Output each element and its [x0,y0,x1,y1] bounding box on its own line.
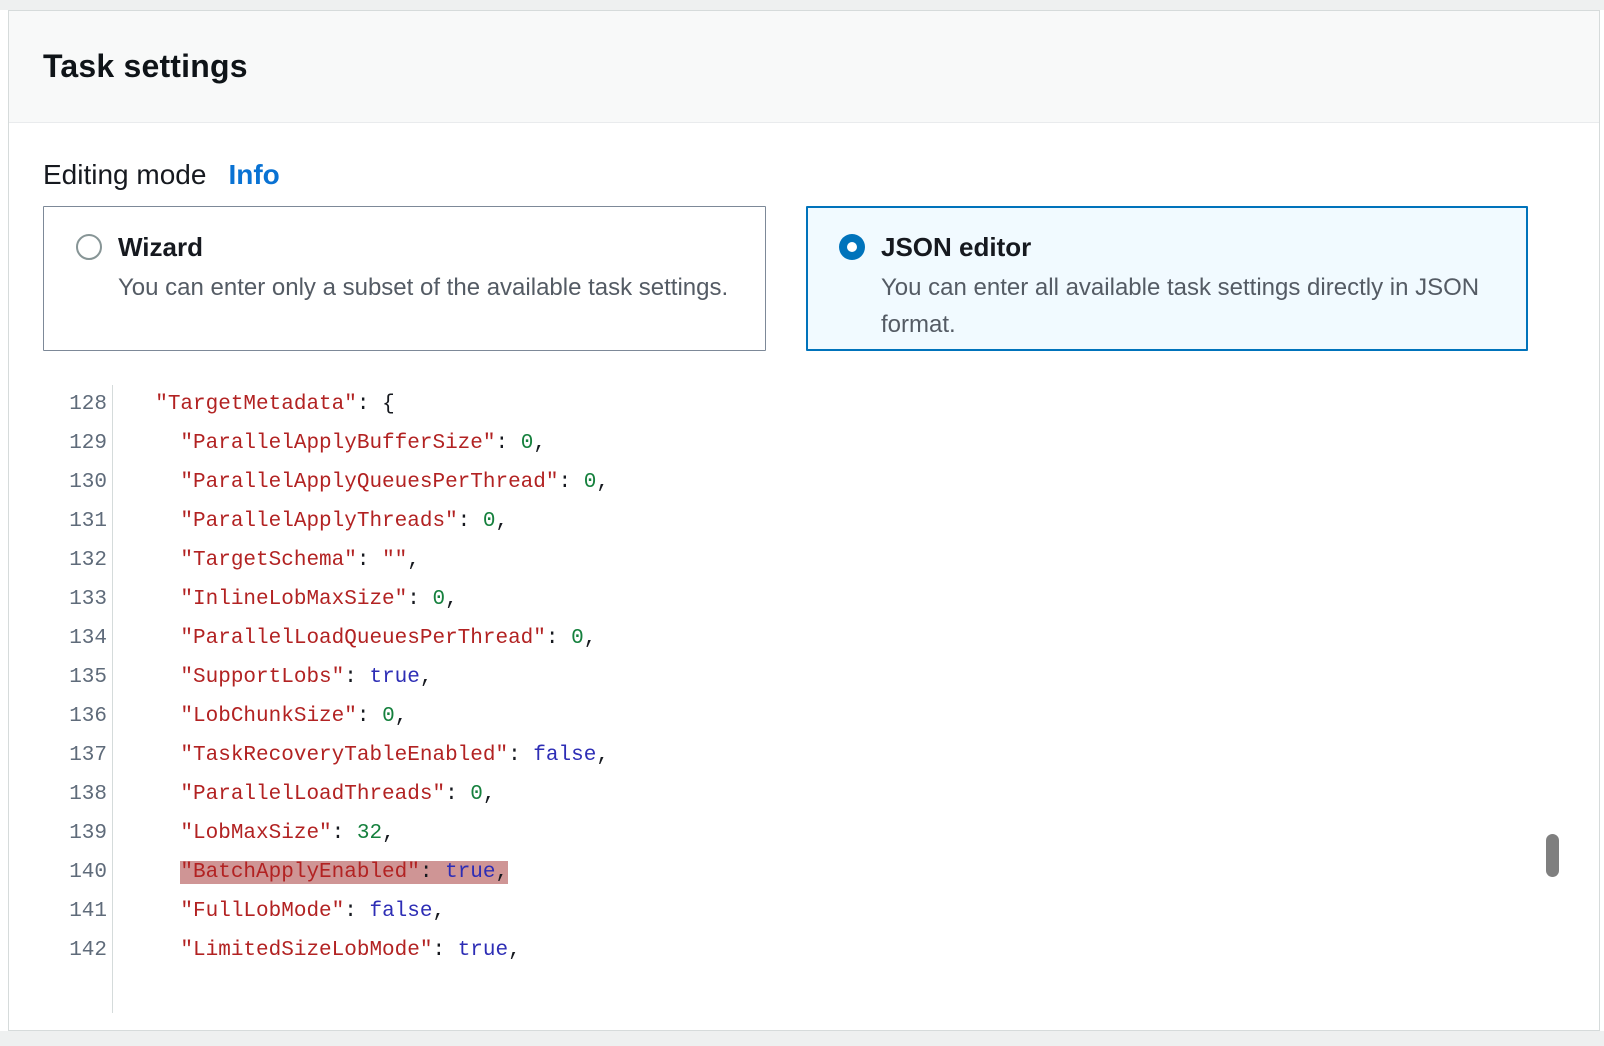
tile-title: Wizard [118,231,728,263]
line-number: 131 [41,502,112,541]
code-line[interactable]: 138 "ParallelLoadThreads": 0, [41,775,1569,814]
code-line[interactable]: 139 "LobMaxSize": 32, [41,814,1569,853]
editing-mode-tile-json-editor[interactable]: JSON editor You can enter all available … [806,206,1528,351]
code-line[interactable]: 130 "ParallelApplyQueuesPerThread": 0, [41,463,1569,502]
highlighted-code-line[interactable]: 140 "BatchApplyEnabled": true, [41,853,1569,892]
page-background-strip-bottom [0,1031,1604,1046]
code-line[interactable]: 136 "LobChunkSize": 0, [41,697,1569,736]
gutter-separator [112,385,113,1013]
line-number: 129 [41,424,112,463]
line-number: 136 [41,697,112,736]
line-number: 130 [41,463,112,502]
code-line[interactable]: 137 "TaskRecoveryTableEnabled": false, [41,736,1569,775]
panel-header: Task settings [9,11,1599,123]
line-number: 128 [41,385,112,424]
code-line[interactable]: 132 "TargetSchema": "", [41,541,1569,580]
line-number: 132 [41,541,112,580]
editing-mode-tile-wizard[interactable]: Wizard You can enter only a subset of th… [43,206,766,351]
info-link[interactable]: Info [228,159,279,191]
radio-button-icon[interactable] [76,234,102,260]
code-line[interactable]: 142 "LimitedSizeLobMode": true, [41,931,1569,970]
line-number: 133 [41,580,112,619]
line-number: 141 [41,892,112,931]
code-line[interactable]: 128 "TargetMetadata": { [41,385,1569,424]
line-number: 139 [41,814,112,853]
code-line[interactable]: 134 "ParallelLoadQueuesPerThread": 0, [41,619,1569,658]
code-line[interactable]: 141 "FullLobMode": false, [41,892,1569,931]
editor-scrollbar-thumb[interactable] [1546,834,1559,877]
tile-title: JSON editor [881,231,1481,263]
code-line[interactable]: 135 "SupportLobs": true, [41,658,1569,697]
editing-mode-row: Editing mode Info [43,159,280,191]
code-line[interactable]: 133 "InlineLobMaxSize": 0, [41,580,1569,619]
task-settings-panel: Task settings Editing mode Info Wizard Y… [8,10,1600,1031]
code-line[interactable]: 131 "ParallelApplyThreads": 0, [41,502,1569,541]
line-number: 138 [41,775,112,814]
code-line[interactable]: 129 "ParallelApplyBufferSize": 0, [41,424,1569,463]
editing-mode-label: Editing mode [43,159,206,191]
page-background-strip-top [0,0,1604,10]
line-number: 134 [41,619,112,658]
tile-description: You can enter all available task setting… [881,269,1481,343]
line-number: 142 [41,931,112,970]
json-editor-code-area[interactable]: 128 "TargetMetadata": { 129 "ParallelApp… [41,385,1569,1013]
line-number: 137 [41,736,112,775]
line-number: 140 [41,853,112,892]
page-title: Task settings [43,48,248,85]
radio-button-icon[interactable] [839,234,865,260]
tile-description: You can enter only a subset of the avail… [118,269,728,306]
line-number: 135 [41,658,112,697]
